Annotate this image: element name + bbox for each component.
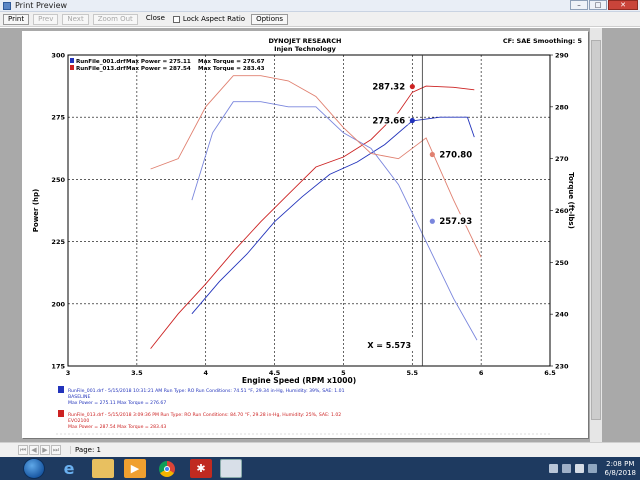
toolbar: Print Prev Next Zoom Out Close Lock Aspe…: [0, 12, 640, 27]
legend-max-power: Max Power = 275.11: [126, 59, 191, 65]
cursor-value-label: 270.80: [439, 151, 472, 161]
y2-tick-label: 260: [555, 207, 569, 215]
minimize-button[interactable]: –: [570, 0, 588, 10]
taskbar: e ▶ ✱ 2:08 PM 6/8/2018: [0, 457, 640, 480]
run-info: RunFile_001.drf - 5/15/2018 10:31:21 AM …: [56, 386, 550, 435]
x-axis-label: Engine Speed (RPM x1000): [242, 376, 356, 385]
plot-frame: [67, 54, 551, 367]
run-max-values: Max Power = 275.11 Max Torque = 276.67: [68, 400, 166, 406]
cursor-marker: [409, 117, 415, 124]
flag-icon[interactable]: [561, 464, 571, 473]
run-name: EVO2100: [68, 418, 89, 424]
y2-tick-label: 290: [555, 52, 569, 60]
clock[interactable]: 2:08 PM 6/8/2018: [605, 460, 636, 478]
arrow-up-icon[interactable]: [548, 464, 558, 473]
scrollbar-thumb[interactable]: [591, 40, 601, 420]
network-icon[interactable]: [587, 464, 597, 473]
x-tick-label: 3.5: [131, 369, 143, 377]
run-max-values: Max Power = 287.54 Max Torque = 283.43: [68, 424, 166, 430]
next-button[interactable]: Next: [62, 13, 89, 25]
page-label: Page: 1: [70, 446, 101, 454]
legend-max-power: Max Power = 287.54: [126, 66, 191, 72]
x-tick-label: 3: [66, 369, 71, 377]
clock-time: 2:08 PM: [606, 459, 635, 468]
run-details: RunFile_013.drf - 5/15/2018 3:09:36 PM R…: [68, 412, 341, 418]
close-window-button[interactable]: ✕: [608, 0, 638, 10]
cursor-label: X = 5.573: [367, 341, 411, 350]
y2-tick-label: 240: [555, 311, 569, 319]
y2-tick-label: 230: [555, 363, 569, 371]
start-button[interactable]: [23, 458, 45, 479]
file-explorer-icon[interactable]: [92, 459, 114, 478]
y2-tick-label: 270: [555, 155, 569, 163]
y2-axis-label: Torque (ft-lbs): [567, 172, 575, 229]
next-page-button[interactable]: ▶: [40, 445, 50, 455]
clock-date: 6/8/2018: [604, 468, 636, 477]
cursor-value-label: 273.66: [372, 117, 405, 127]
y-axis-label: Power (hp): [32, 189, 40, 232]
lock-aspect-label: Lock Aspect Ratio: [182, 15, 246, 23]
print-page: DYNOJET RESEARCH Injen Technology CF: SA…: [22, 31, 588, 438]
legend-swatch: [70, 58, 74, 63]
prev-page-button[interactable]: ◀: [29, 445, 39, 455]
zoom-out-button[interactable]: Zoom Out: [92, 13, 138, 25]
window-title: Print Preview: [15, 1, 68, 10]
system-tray: 2:08 PM 6/8/2018: [548, 458, 636, 479]
vertical-scrollbar[interactable]: [590, 28, 602, 442]
y-tick-label: 200: [51, 300, 65, 308]
close-button[interactable]: Close: [142, 14, 169, 25]
cursor-value-label: 287.32: [372, 83, 405, 93]
print-button[interactable]: Print: [3, 13, 30, 25]
run-swatch: [58, 410, 64, 417]
first-page-button[interactable]: ⏮: [18, 445, 28, 455]
prev-button[interactable]: Prev: [33, 13, 59, 25]
cursor-value-label: 257.93: [439, 217, 472, 227]
y-tick-label: 250: [51, 176, 65, 184]
app-icon: [3, 2, 11, 10]
x-tick-label: 6: [479, 369, 484, 377]
speaker-icon[interactable]: [574, 464, 584, 473]
print-preview-task-icon[interactable]: [220, 459, 242, 478]
dyno-chart: 3 3.5 4 4.5 5 5.5 6 6.5175200225250275300230240…: [32, 52, 575, 435]
legend-swatch: [70, 65, 74, 70]
run-swatch: [58, 386, 64, 393]
checkbox-box[interactable]: [172, 15, 180, 23]
maximize-button[interactable]: □: [589, 0, 607, 10]
legend-file: RunFile_013.drf: [76, 66, 126, 72]
y2-tick-label: 250: [555, 259, 569, 267]
cursor-marker: [429, 151, 435, 158]
legend-file: RunFile_001.drf: [76, 59, 126, 65]
last-page-button[interactable]: ⏭: [51, 445, 61, 455]
title-bar: Print Preview – □ ✕: [0, 0, 640, 12]
x-tick-label: 4: [203, 369, 208, 377]
legend-max-torque: Max Torque = 283.43: [198, 66, 265, 72]
run-name: BASELINE: [68, 394, 90, 400]
lock-aspect-checkbox[interactable]: Lock Aspect Ratio: [172, 15, 246, 23]
run-details: RunFile_001.drf - 5/15/2018 10:31:21 AM …: [68, 388, 345, 394]
cursor-marker: [429, 218, 435, 224]
y2-tick-label: 280: [555, 103, 569, 111]
chrome-icon[interactable]: [156, 459, 178, 478]
preview-area[interactable]: DYNOJET RESEARCH Injen Technology CF: SA…: [0, 28, 640, 442]
cursor-marker: [409, 83, 415, 90]
options-button[interactable]: Options: [251, 13, 289, 25]
y-tick-label: 175: [51, 363, 65, 371]
dynojet-icon[interactable]: ✱: [190, 459, 212, 478]
y-tick-label: 275: [51, 114, 65, 122]
y-tick-label: 300: [51, 52, 65, 60]
media-player-icon[interactable]: ▶: [124, 459, 146, 478]
legend-max-torque: Max Torque = 276.67: [198, 59, 265, 65]
x-tick-label: 5.5: [407, 369, 419, 377]
internet-explorer-icon[interactable]: e: [58, 459, 80, 478]
page-nav-bar: ⏮ ◀ ▶ ⏭ Page: 1: [0, 442, 640, 457]
y-tick-label: 225: [51, 238, 65, 246]
